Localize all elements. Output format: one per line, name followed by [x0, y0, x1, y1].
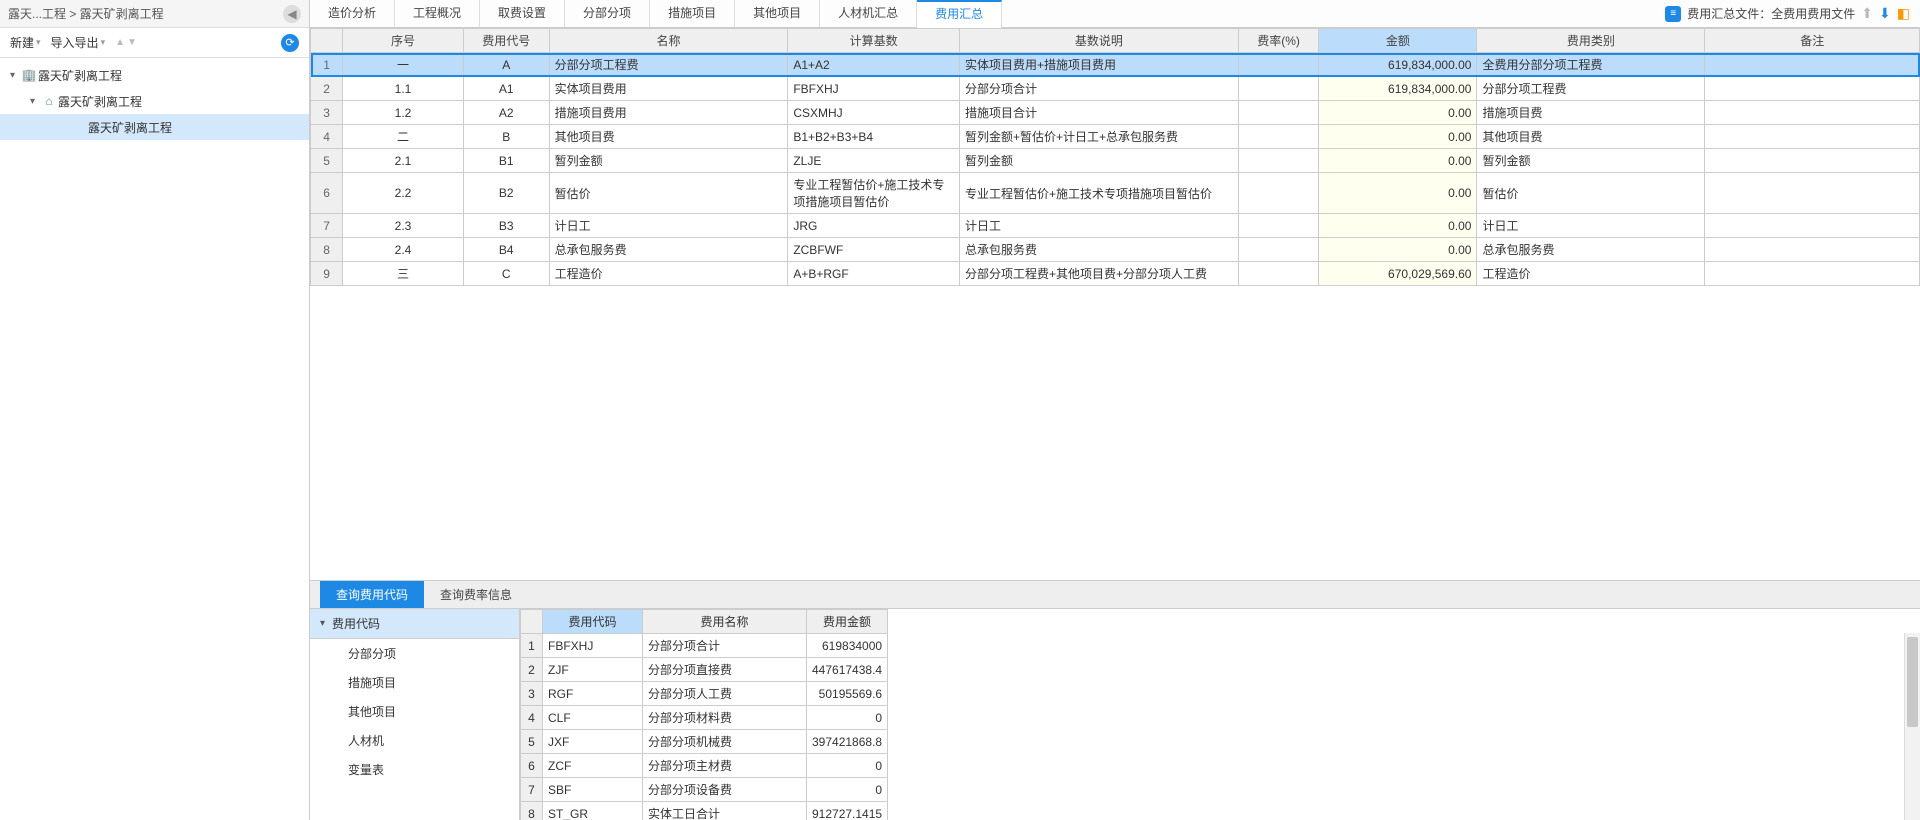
- project-tree: ▾🏢 露天矿剥离工程 ▾⌂ 露天矿剥离工程 露天矿剥离工程: [0, 58, 309, 820]
- list-item[interactable]: 3RGF分部分项人工费50195569.6: [521, 682, 888, 706]
- breadcrumb-text[interactable]: 露天...工程 > 露天矿剥离工程: [8, 5, 164, 22]
- list-item[interactable]: 4CLF分部分项材料费0: [521, 706, 888, 730]
- table-row[interactable]: 72.3B3计日工JRG计日工0.00计日工: [311, 214, 1920, 238]
- col-jssm[interactable]: 基数说明: [959, 29, 1238, 53]
- tab-gcgk[interactable]: 工程概况: [395, 0, 480, 27]
- list-item[interactable]: 8ST_GR实体工日合计912727.1415: [521, 802, 888, 820]
- scrollbar[interactable]: [1904, 633, 1920, 820]
- col-jsjs[interactable]: 计算基数: [788, 29, 960, 53]
- list-item[interactable]: 2ZJF分部分项直接费447617438.4: [521, 658, 888, 682]
- tree-leaf[interactable]: 露天矿剥离工程: [0, 114, 309, 140]
- col-dh[interactable]: 费用代号: [463, 29, 549, 53]
- tab-rcjhz[interactable]: 人材机汇总: [820, 0, 917, 27]
- tab-qtxm[interactable]: 其他项目: [735, 0, 820, 27]
- breadcrumb: 露天...工程 > 露天矿剥离工程 ◀: [0, 0, 309, 28]
- tree-level1[interactable]: ▾⌂ 露天矿剥离工程: [0, 88, 309, 114]
- bottom-tabs: 查询费用代码 查询费率信息: [310, 581, 1920, 609]
- side-item-rcj[interactable]: 人材机: [310, 726, 519, 755]
- panel-toggle-icon[interactable]: ◧: [1897, 5, 1910, 22]
- table-row[interactable]: 82.4B4总承包服务费ZCBFWF总承包服务费0.00总承包服务费: [311, 238, 1920, 262]
- table-row[interactable]: 31.2A2措施项目费用CSXMHJ措施项目合计0.00措施项目费: [311, 101, 1920, 125]
- move-down-icon[interactable]: ▼: [127, 37, 137, 48]
- tab-strip: 造价分析 工程概况 取费设置 分部分项 措施项目 其他项目 人材机汇总 费用汇总…: [310, 0, 1920, 28]
- col-mc[interactable]: 名称: [549, 29, 788, 53]
- left-toolbar: 新建▾ 导入导出▾ ▲▼ ⟳: [0, 28, 309, 58]
- col-xh[interactable]: 序号: [343, 29, 464, 53]
- list-item[interactable]: 5JXF分部分项机械费397421868.8: [521, 730, 888, 754]
- side-item-blb[interactable]: 变量表: [310, 755, 519, 784]
- house-icon: ⌂: [40, 94, 58, 108]
- move-up-icon[interactable]: ▲: [115, 37, 125, 48]
- table-row[interactable]: 1一A分部分项工程费A1+A2实体项目费用+措施项目费用619,834,000.…: [311, 53, 1920, 77]
- side-item-fbfx[interactable]: 分部分项: [310, 639, 519, 668]
- table-row[interactable]: 21.1A1实体项目费用FBFXHJ分部分项合计619,834,000.00分部…: [311, 77, 1920, 101]
- col-je[interactable]: 金额: [1319, 29, 1477, 53]
- lcol-name[interactable]: 费用名称: [643, 610, 807, 634]
- btab-rate[interactable]: 查询费率信息: [424, 581, 528, 608]
- doc-icon: ≡: [1665, 6, 1681, 22]
- side-list: ▾费用代码 分部分项 措施项目 其他项目 人材机 变量表: [310, 609, 520, 820]
- download-icon[interactable]: ⬇: [1879, 5, 1891, 22]
- file-label: 费用汇总文件：全费用费用文件: [1687, 5, 1855, 22]
- table-row[interactable]: 9三C工程造价A+B+RGF分部分项工程费+其他项目费+分部分项人工费670,0…: [311, 262, 1920, 286]
- import-export-button[interactable]: 导入导出▾: [51, 34, 106, 51]
- refresh-icon[interactable]: ⟳: [281, 34, 299, 52]
- side-item-csxm[interactable]: 措施项目: [310, 668, 519, 697]
- table-row[interactable]: 4二B其他项目费B1+B2+B3+B4暂列金额+暂估价+计日工+总承包服务费0.…: [311, 125, 1920, 149]
- tab-qfsz[interactable]: 取费设置: [480, 0, 565, 27]
- building-icon: 🏢: [20, 68, 38, 82]
- tab-zjfx[interactable]: 造价分析: [310, 0, 395, 27]
- col-bz[interactable]: 备注: [1705, 29, 1920, 53]
- btab-code[interactable]: 查询费用代码: [320, 581, 424, 608]
- tree-root[interactable]: ▾🏢 露天矿剥离工程: [0, 62, 309, 88]
- table-row[interactable]: 62.2B2暂估价专业工程暂估价+施工技术专项措施项目暂估价专业工程暂估价+施工…: [311, 173, 1920, 214]
- col-fl[interactable]: 费率(%): [1238, 29, 1318, 53]
- lcol-amt[interactable]: 费用金额: [807, 610, 888, 634]
- lcol-code[interactable]: 费用代码: [543, 610, 643, 634]
- list-item[interactable]: 1FBFXHJ分部分项合计619834000: [521, 634, 888, 658]
- side-item-qtxm[interactable]: 其他项目: [310, 697, 519, 726]
- col-lb[interactable]: 费用类别: [1477, 29, 1705, 53]
- lookup-grid[interactable]: 费用代码 费用名称 费用金额 1FBFXHJ分部分项合计6198340002ZJ…: [520, 609, 888, 820]
- list-item[interactable]: 7SBF分部分项设备费0: [521, 778, 888, 802]
- main-grid[interactable]: 序号 费用代号 名称 计算基数 基数说明 费率(%) 金额 费用类别 备注 1一…: [310, 28, 1920, 286]
- tab-fyhz[interactable]: 费用汇总: [917, 0, 1002, 28]
- list-item[interactable]: 6ZCF分部分项主材费0: [521, 754, 888, 778]
- table-row[interactable]: 52.1B1暂列金额ZLJE暂列金额0.00暂列金额: [311, 149, 1920, 173]
- side-head[interactable]: ▾费用代码: [310, 609, 519, 639]
- tab-csxm[interactable]: 措施项目: [650, 0, 735, 27]
- back-icon[interactable]: ◀: [283, 5, 301, 23]
- tab-fbfx[interactable]: 分部分项: [565, 0, 650, 27]
- new-button[interactable]: 新建▾: [10, 34, 41, 51]
- upload-icon[interactable]: ⬆: [1861, 5, 1873, 22]
